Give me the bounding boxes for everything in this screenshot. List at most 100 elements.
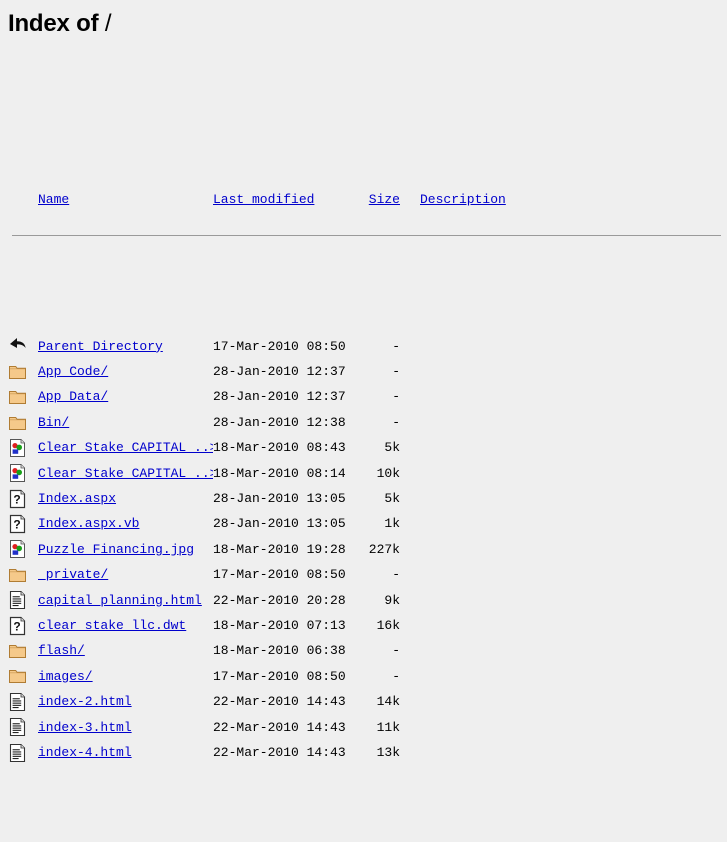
- file-link[interactable]: index-4.html: [38, 745, 132, 760]
- column-header-size[interactable]: Size: [358, 187, 400, 212]
- sort-by-date-link[interactable]: Last modified: [213, 192, 314, 207]
- file-link[interactable]: index-2.html: [38, 694, 132, 709]
- column-header-description[interactable]: Description: [400, 187, 727, 212]
- last-modified-cell: 17-Mar-2010 08:50: [213, 668, 346, 684]
- last-modified-cell: 17-Mar-2010 08:50: [213, 338, 346, 354]
- file-name-cell: Puzzle Financing.jpg: [38, 537, 213, 562]
- table-header-row: Name Last modified Size Description: [8, 136, 727, 207]
- size-cell: -: [392, 668, 400, 684]
- text-icon: [8, 742, 28, 764]
- column-header-last-modified[interactable]: Last modified: [213, 187, 358, 212]
- last-modified-cell: 18-Mar-2010 19:28: [213, 541, 346, 557]
- image-icon: [8, 538, 28, 560]
- table-row: ? clear_stake_llc.dwt 18-Mar-2010 07:13 16k: [8, 613, 727, 638]
- file-name-cell: App_Data/: [38, 384, 213, 409]
- file-name-cell: index-4.html: [38, 740, 213, 765]
- table-row: index-4.html 22-Mar-2010 14:43 13k: [8, 740, 727, 765]
- size-cell: -: [392, 414, 400, 430]
- text-icon: [8, 589, 28, 611]
- file-link[interactable]: clear_stake_llc.dwt: [38, 618, 186, 633]
- size-cell: -: [392, 389, 400, 405]
- page-title-path: /: [104, 10, 112, 37]
- folder-icon: [8, 665, 28, 687]
- table-row: index-3.html 22-Mar-2010 14:43 11k: [8, 715, 727, 740]
- size-cell: 14k: [376, 694, 400, 710]
- file-link[interactable]: App_Data/: [38, 389, 108, 404]
- file-link[interactable]: _private/: [38, 567, 108, 582]
- table-row: capital_planning.html 22-Mar-2010 20:28 9k: [8, 588, 727, 613]
- folder-icon: [8, 412, 28, 434]
- file-link[interactable]: Index.aspx.vb: [38, 516, 139, 531]
- table-row: ? Index.aspx.vb 28-Jan-2010 13:05 1k: [8, 511, 727, 536]
- file-name-cell: clear_stake_llc.dwt: [38, 613, 213, 638]
- sort-by-size-link[interactable]: Size: [369, 192, 400, 207]
- column-header-name[interactable]: Name: [38, 187, 213, 212]
- size-cell: 5k: [384, 440, 400, 456]
- table-row: Parent Directory 17-Mar-2010 08:50 -: [8, 334, 727, 359]
- file-name-cell: Clear Stake CAPITAL ..>: [38, 435, 213, 460]
- table-row: Puzzle Financing.jpg 18-Mar-2010 19:28 227…: [8, 537, 727, 562]
- file-name-cell: Index.aspx.vb: [38, 511, 213, 536]
- file-link[interactable]: Puzzle Financing.jpg: [38, 542, 194, 557]
- table-row: images/17-Mar-2010 08:50 -: [8, 664, 727, 689]
- sort-by-name-link[interactable]: Name: [38, 192, 69, 207]
- size-cell: 9k: [384, 592, 400, 608]
- text-icon: [8, 716, 28, 738]
- directory-listing: Name Last modified Size Description Pare…: [0, 38, 727, 842]
- image-icon: [8, 462, 28, 484]
- table-row: ? Index.aspx 28-Jan-2010 13:05 5k: [8, 486, 727, 511]
- file-link[interactable]: index-3.html: [38, 720, 132, 735]
- last-modified-cell: 18-Mar-2010 08:43: [213, 440, 346, 456]
- last-modified-cell: 28-Jan-2010 13:05: [213, 516, 346, 532]
- table-row: Clear Stake CAPITAL ..> 18-Mar-2010 08:43…: [8, 435, 727, 460]
- file-link[interactable]: capital_planning.html: [38, 593, 202, 608]
- last-modified-cell: 18-Mar-2010 06:38: [213, 643, 346, 659]
- file-link[interactable]: Bin/: [38, 415, 69, 430]
- file-name-cell: _private/: [38, 562, 213, 587]
- last-modified-cell: 18-Mar-2010 08:14: [213, 465, 346, 481]
- table-row: _private/17-Mar-2010 08:50 -: [8, 562, 727, 587]
- table-row: App_Code/28-Jan-2010 12:37 -: [8, 359, 727, 384]
- last-modified-cell: 28-Jan-2010 13:05: [213, 491, 346, 506]
- file-link[interactable]: Index.aspx: [38, 491, 116, 506]
- unknown-icon: ?: [8, 615, 28, 637]
- file-link[interactable]: Clear Stake CAPITAL ..>: [38, 466, 213, 481]
- file-link[interactable]: App_Code/: [38, 364, 108, 379]
- folder-icon: [8, 386, 28, 408]
- file-link[interactable]: Clear Stake CAPITAL ..>: [38, 440, 213, 455]
- unknown-icon: ?: [8, 513, 28, 535]
- last-modified-cell: 22-Mar-2010 14:43: [213, 719, 346, 735]
- file-name-cell: images/: [38, 664, 213, 689]
- text-icon: [8, 691, 28, 713]
- file-name-cell: index-3.html: [38, 715, 213, 740]
- size-cell: -: [392, 338, 400, 354]
- header-divider: [12, 235, 721, 237]
- size-cell: 227k: [368, 541, 400, 557]
- file-link[interactable]: Parent Directory: [38, 339, 163, 354]
- directory-listing-page: Index of / Name Last modified Size Descr…: [0, 0, 727, 762]
- size-cell: 16k: [376, 617, 400, 633]
- last-modified-cell: 28-Jan-2010 12:38: [213, 414, 346, 430]
- sort-by-description-link[interactable]: Description: [420, 192, 506, 207]
- file-link[interactable]: images/: [38, 669, 93, 684]
- size-cell: -: [392, 567, 400, 583]
- last-modified-cell: 22-Mar-2010 14:43: [213, 694, 346, 710]
- file-name-cell: capital_planning.html: [38, 588, 213, 613]
- file-link[interactable]: flash/: [38, 643, 85, 658]
- unknown-icon: ?: [8, 488, 28, 510]
- table-row: flash/18-Mar-2010 06:38 -: [8, 638, 727, 663]
- file-name-cell: Index.aspx: [38, 486, 213, 511]
- size-cell: -: [392, 364, 400, 380]
- folder-icon: [8, 564, 28, 586]
- image-icon: [8, 437, 28, 459]
- folder-icon: [8, 361, 28, 383]
- size-cell: -: [392, 643, 400, 659]
- file-name-cell: Bin/: [38, 410, 213, 435]
- svg-text:?: ?: [13, 517, 20, 531]
- file-name-cell: index-2.html: [38, 689, 213, 714]
- table-row: Bin/28-Jan-2010 12:38 -: [8, 410, 727, 435]
- file-name-cell: Clear Stake CAPITAL ..>: [38, 461, 213, 486]
- page-title-prefix: Index of: [8, 10, 105, 37]
- size-cell: 1k: [384, 516, 400, 532]
- back-arrow-icon: [8, 335, 28, 357]
